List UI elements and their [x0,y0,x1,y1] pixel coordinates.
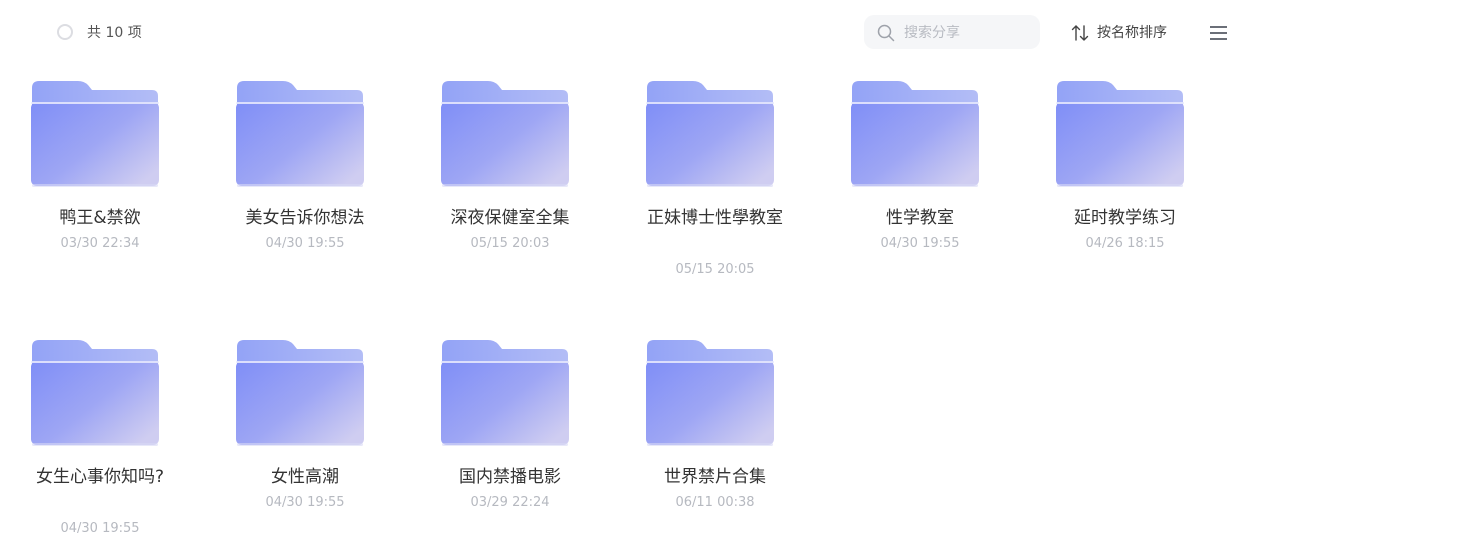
folder-date: 04/30 19:55 [880,236,960,251]
folder-date: 04/30 19:55 [60,521,140,536]
folder-icon [440,339,570,447]
folder-name: 鸭王&禁欲 [59,208,141,228]
folder-name: 延时教学练习 [1074,208,1176,228]
folder-name: 深夜保健室全集 [450,208,570,228]
folder-name: 世界禁片合集 [664,467,766,487]
folder-icon [850,80,980,188]
folder-date: 04/30 19:55 [265,495,345,510]
folder-date: 06/11 00:38 [675,495,755,510]
folder-name: 正妹博士性學教室 [647,208,783,228]
folder-icon [30,339,160,447]
folder-name: 女生心事你知吗? [35,467,165,487]
folder-icon [235,80,365,188]
folder-icon [645,80,775,188]
folder-icon [440,80,570,188]
folder-date: 04/26 18:15 [1085,236,1165,251]
folder-name: 性学教室 [886,208,954,228]
folder-date: 03/29 22:24 [470,495,550,510]
folder-icon [30,80,160,188]
folder-name: 女性高潮 [271,467,339,487]
folder-date: 03/30 22:34 [60,236,140,251]
folder-name: 国内禁播电影 [459,467,561,487]
folder-icon [1055,80,1185,188]
folder-date: 05/15 20:03 [470,236,550,251]
folder-date: 05/15 20:05 [675,262,755,277]
folder-name: 美女告诉你想法 [245,208,365,228]
folder-icon [645,339,775,447]
folder-icon [235,339,365,447]
folder-date: 04/30 19:55 [265,236,345,251]
folder-grid: 鸭王&禁欲 03/30 22:34 美女告诉你想法 04/30 19:55 深夜… [0,0,1473,555]
